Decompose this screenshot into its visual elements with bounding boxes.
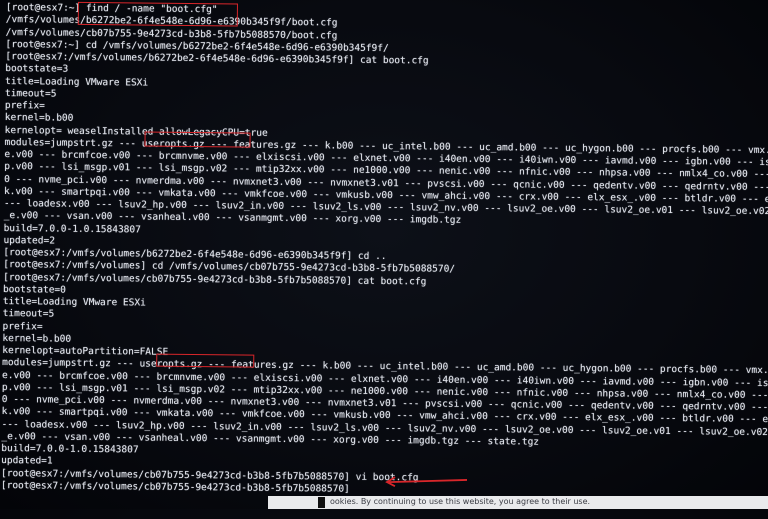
terminal-line: timeout=5 [2,308,55,320]
terminal-line: updated=1 [1,455,53,467]
terminal-window[interactable]: [root@esx7:~] find / -name "boot.cfg"/vm… [0,0,768,517]
terminal-line: prefix= [4,100,45,112]
terminal-line: build=7.0.0-1.0.15843807 [3,222,141,235]
terminal-line: updated=2 [3,234,56,247]
terminal-line: [root@esx7:/vmfs/volumes/cb07b755-9e4273… [0,479,350,495]
terminal-line: bootstate=3 [5,63,69,75]
terminal-cursor [318,497,325,508]
terminal-line: kernel=b.b00 [2,332,72,345]
terminal-line: bootstate=0 [2,283,66,296]
terminal-line: kernel=b.b00 [4,112,74,125]
highlight-box-find-command [77,1,238,27]
terminal-line: prefix= [2,320,43,332]
terminal-line: timeout=5 [4,87,57,100]
highlight-box-allowlegacycpu [144,131,251,148]
cookie-banner-text: ookies. By continuing to use this websit… [330,497,591,506]
arrow-left-icon [385,476,468,487]
terminal-line: title=Loading VMware ESXi [5,75,149,89]
highlight-box-empty-kernelopt [156,353,255,368]
